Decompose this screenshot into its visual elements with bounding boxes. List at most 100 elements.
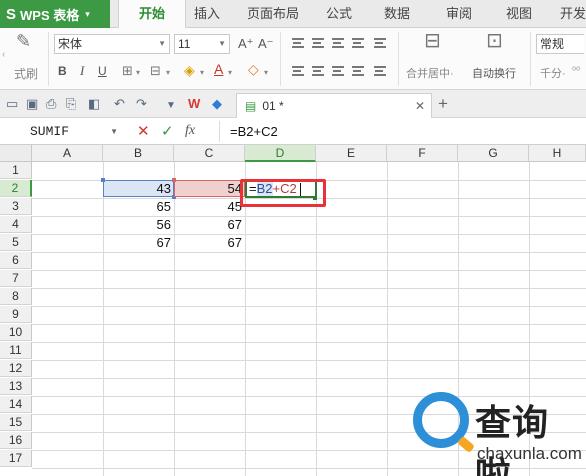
ribbon-scroll-left-icon[interactable]: ‹ (2, 48, 5, 62)
tab-review[interactable]: 审阅 (446, 0, 472, 28)
merge-center-icon[interactable]: ⊟ (424, 31, 441, 51)
confirm-formula-button[interactable]: ✓ (161, 122, 174, 140)
tab-data[interactable]: 数据 (384, 0, 410, 28)
row-header-6[interactable]: 6 (0, 252, 32, 269)
tab-insert[interactable]: 插入 (194, 0, 220, 28)
chevron-down-icon[interactable]: ▾ (200, 66, 204, 80)
indent-icon[interactable] (352, 38, 364, 48)
cell-b3[interactable]: 65 (103, 198, 174, 215)
cell-c4[interactable]: 67 (174, 216, 245, 233)
export-pdf-icon[interactable]: ◧ (88, 97, 100, 111)
app-menu-button[interactable]: S WPS 表格 ▾ (0, 0, 110, 28)
insert-function-button[interactable]: fx (185, 123, 195, 139)
row-header-8[interactable]: 8 (0, 288, 32, 305)
name-box[interactable]: SUMIF ▼ (6, 122, 122, 141)
save-icon[interactable]: ▣ (26, 97, 38, 111)
shrink-font-button[interactable]: A⁻ (258, 37, 274, 51)
align-left-icon[interactable] (292, 66, 304, 76)
wrap-text-icon[interactable]: ⊡ (486, 31, 503, 51)
column-header-f[interactable]: F (387, 145, 458, 162)
wps-document-icon[interactable]: W (188, 97, 200, 111)
chevron-down-icon[interactable]: ▾ (166, 66, 170, 80)
align-top-icon[interactable] (292, 38, 304, 48)
chevron-down-icon[interactable]: ▾ (264, 66, 268, 80)
font-name-select[interactable]: 宋体 ▼ (54, 34, 170, 54)
tab-developer[interactable]: 开发 (560, 0, 586, 28)
thousands-separator-button[interactable]: 千分· (540, 65, 566, 81)
row-header-13[interactable]: 13 (0, 378, 32, 395)
align-center-icon[interactable] (312, 66, 324, 76)
cell-c3[interactable]: 45 (174, 198, 245, 215)
font-color-icon[interactable]: A (214, 62, 223, 76)
cloud-cube-icon[interactable]: ◆ (212, 97, 222, 111)
new-tab-button[interactable]: + (438, 94, 448, 114)
chevron-down-icon[interactable]: ▾ (228, 66, 232, 80)
select-all-corner[interactable] (0, 145, 32, 162)
cancel-formula-button[interactable]: ✕ (137, 122, 150, 140)
undo-icon[interactable]: ↶ (114, 97, 125, 111)
print-icon[interactable]: ⎘ (66, 97, 76, 111)
fill-color-icon[interactable]: ◈ (184, 63, 195, 77)
format-painter-icon[interactable]: ✎ (16, 32, 31, 50)
close-icon[interactable]: ✕ (415, 99, 425, 113)
border-icon[interactable]: ⊞ (122, 64, 133, 78)
align-bottom-icon[interactable] (332, 38, 344, 48)
document-tab[interactable]: ▤ 01 * ✕ (236, 93, 432, 118)
align-right-icon[interactable] (332, 66, 344, 76)
italic-button[interactable]: I (80, 64, 84, 78)
row-header-9[interactable]: 9 (0, 306, 32, 323)
column-header-a[interactable]: A (32, 145, 103, 162)
row-header-16[interactable]: 16 (0, 432, 32, 449)
decimal-icon[interactable]: ⁰⁰ (572, 65, 580, 79)
chevron-down-icon[interactable]: ▼ (110, 122, 118, 141)
column-header-e[interactable]: E (316, 145, 387, 162)
underline-button[interactable]: U (98, 64, 107, 78)
row-header-3[interactable]: 3 (0, 198, 32, 215)
row-header-1[interactable]: 1 (0, 162, 32, 179)
cell-b5[interactable]: 67 (103, 234, 174, 251)
print-preview-icon[interactable]: ⎙ (46, 97, 56, 111)
tab-formulas[interactable]: 公式 (326, 0, 352, 28)
tab-home[interactable]: 开始 (118, 0, 186, 29)
column-header-b[interactable]: B (103, 145, 174, 162)
row-header-7[interactable]: 7 (0, 270, 32, 287)
column-header-h[interactable]: H (529, 145, 586, 162)
cell-b4[interactable]: 56 (103, 216, 174, 233)
row-header-17[interactable]: 17 (0, 450, 32, 467)
grow-font-button[interactable]: A⁺ (238, 37, 254, 51)
tab-view[interactable]: 视图 (506, 0, 532, 28)
orientation-icon[interactable] (374, 38, 386, 48)
wrap-text-button[interactable]: 自动换行 (472, 65, 516, 81)
align-middle-icon[interactable] (312, 38, 324, 48)
formula-input[interactable]: =B2+C2 (219, 121, 583, 142)
number-format-select[interactable]: 常规 (536, 34, 584, 54)
cell-c5[interactable]: 67 (174, 234, 245, 251)
distributed-icon[interactable] (374, 66, 386, 76)
merge-cells-icon[interactable]: ⊟ (150, 64, 161, 78)
gridline (32, 360, 586, 361)
customize-toolbar-icon[interactable]: ▼ (166, 99, 176, 113)
column-header-d[interactable]: D (245, 145, 316, 162)
row-header-14[interactable]: 14 (0, 396, 32, 413)
row-header-4[interactable]: 4 (0, 216, 32, 233)
redo-icon[interactable]: ↷ (136, 97, 147, 111)
row-header-10[interactable]: 10 (0, 324, 32, 341)
chevron-down-icon[interactable]: ▾ (136, 66, 140, 80)
column-header-g[interactable]: G (458, 145, 529, 162)
justify-icon[interactable] (352, 66, 364, 76)
column-header-c[interactable]: C (174, 145, 245, 162)
row-header-2[interactable]: 2 (0, 180, 32, 197)
merge-center-button[interactable]: 合并居中· (406, 65, 454, 81)
clear-format-icon[interactable]: ◇ (248, 62, 259, 76)
font-size-select[interactable]: 11 ▼ (174, 34, 230, 54)
open-folder-icon[interactable]: ▭ (6, 97, 18, 111)
tab-page-layout[interactable]: 页面布局 (247, 0, 299, 28)
row-header-12[interactable]: 12 (0, 360, 32, 377)
cell-c2[interactable]: 54 (174, 180, 245, 197)
row-header-11[interactable]: 11 (0, 342, 32, 359)
format-painter-label[interactable]: 式刷 (14, 65, 38, 82)
row-header-5[interactable]: 5 (0, 234, 32, 251)
row-header-15[interactable]: 15 (0, 414, 32, 431)
cell-b2[interactable]: 43 (103, 180, 174, 197)
bold-button[interactable]: B (58, 64, 67, 78)
